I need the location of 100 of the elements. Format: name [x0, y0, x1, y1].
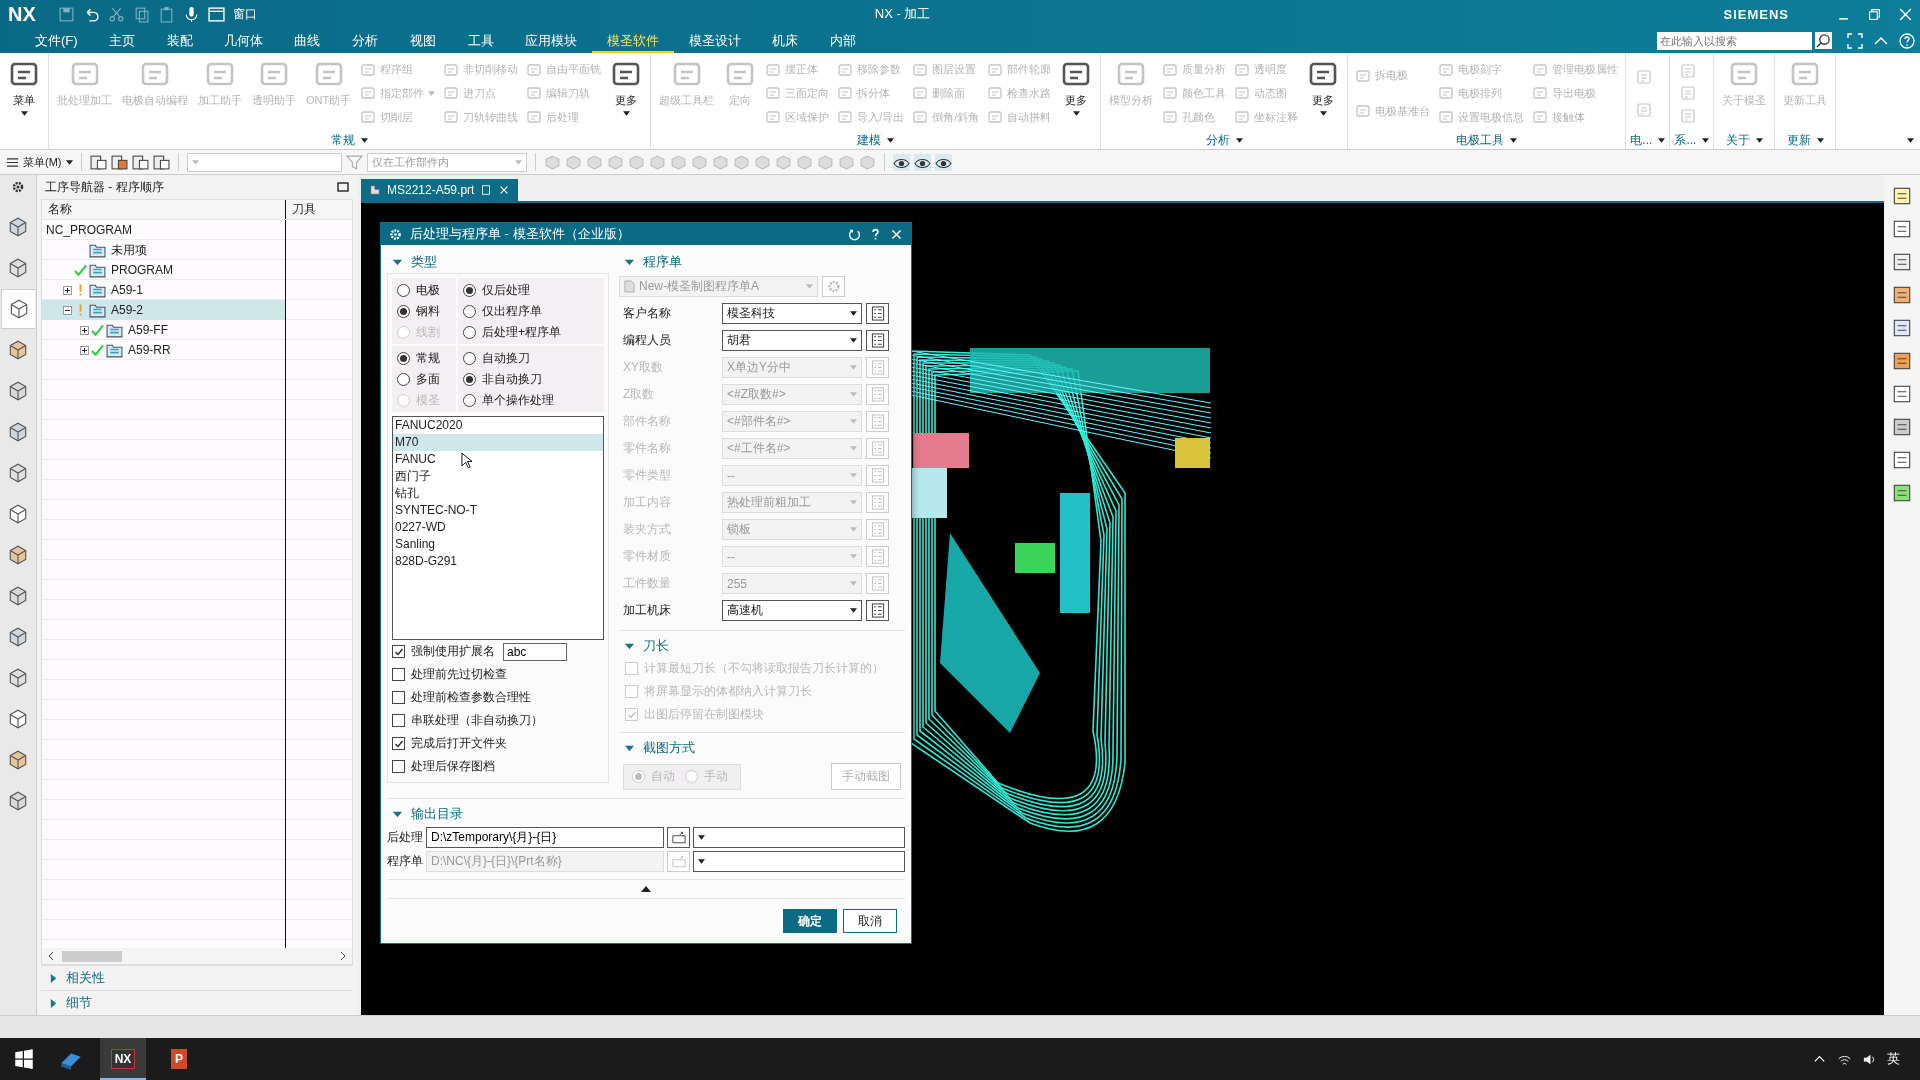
restore-icon[interactable] [1868, 7, 1881, 21]
radio-button[interactable] [463, 325, 476, 339]
list-item[interactable]: FANUC [393, 451, 603, 468]
list-item[interactable]: FANUC2020 [393, 417, 603, 434]
windows-logo-icon[interactable] [14, 1049, 34, 1069]
filter-dropdown[interactable]: 仅在工作部件内 [366, 152, 527, 172]
tool-icon[interactable] [1891, 383, 1913, 405]
menu-tab[interactable]: 几何体 [208, 28, 278, 53]
list-button[interactable] [866, 600, 889, 621]
list-item[interactable]: 钻孔 [393, 485, 603, 502]
checkbox[interactable] [392, 760, 405, 773]
list-button[interactable] [866, 330, 889, 351]
help-icon[interactable] [869, 227, 882, 241]
search-field[interactable]: 在此输入以搜索 [1657, 31, 1812, 50]
section-title[interactable]: 相关性 [66, 969, 105, 987]
maximize-icon[interactable] [337, 181, 349, 193]
menu-tab[interactable]: 机床 [755, 28, 814, 53]
tree-row[interactable]: A59-RR [42, 340, 285, 360]
menu-tab[interactable]: 视图 [393, 28, 452, 53]
dropdown[interactable]: 高速机 [722, 600, 862, 621]
tool-icon[interactable] [1891, 185, 1913, 207]
menu-tab[interactable]: 模圣设计 [673, 28, 756, 53]
tool-icon[interactable] [1891, 482, 1913, 504]
menu-tab[interactable]: 曲线 [277, 28, 336, 53]
navigator-tab[interactable] [1, 289, 35, 329]
tree-row[interactable]: 未用项 [42, 240, 285, 260]
settings-icon[interactable] [10, 179, 26, 195]
list-item[interactable]: M70 [393, 434, 603, 451]
menu-tab[interactable]: 文件(F) [20, 28, 93, 53]
input-method-indicator[interactable]: 英 [1887, 1050, 1900, 1068]
checkbox[interactable] [392, 691, 405, 704]
expand-icon[interactable] [80, 325, 89, 335]
tree-row[interactable]: NC_PROGRAM [42, 220, 285, 240]
radio-button[interactable] [397, 351, 410, 365]
list-button[interactable] [866, 303, 889, 324]
menu-tab[interactable]: 应用模块 [509, 28, 592, 53]
radio-button[interactable] [463, 304, 476, 318]
tool-icon[interactable] [1891, 251, 1913, 273]
tree-row[interactable]: A59-2 [42, 300, 285, 320]
checkbox[interactable] [392, 737, 405, 750]
tool-icon[interactable] [89, 153, 107, 171]
tool-icon[interactable] [131, 153, 149, 171]
collapse-arrow-icon[interactable] [641, 886, 651, 892]
radio-button[interactable] [397, 283, 410, 297]
list-item[interactable]: 828D-G291 [393, 553, 603, 570]
tree-row[interactable]: A59-FF [42, 320, 285, 340]
radio-button[interactable] [397, 372, 410, 386]
scrollbar[interactable] [42, 948, 352, 964]
close-icon[interactable] [1899, 7, 1912, 21]
scroll-thumb[interactable] [62, 950, 122, 962]
list-item[interactable]: 0227-WD [393, 519, 603, 536]
list-item[interactable]: 西门子 [393, 468, 603, 485]
search-icon[interactable] [1815, 32, 1832, 49]
tool-icon[interactable] [1891, 416, 1913, 438]
menu-tab[interactable]: 分析 [335, 28, 394, 53]
menu-tab[interactable]: 装配 [150, 28, 209, 53]
ribbon-button[interactable]: 更多 [606, 56, 647, 131]
file-tab[interactable]: MS2212-A59.prt [361, 179, 519, 201]
list-item[interactable]: Sanling [393, 536, 603, 553]
menu-tab[interactable]: 工具 [451, 28, 510, 53]
help-icon[interactable] [1899, 32, 1915, 49]
checkbox[interactable] [392, 645, 405, 658]
folder-button[interactable] [667, 826, 690, 848]
radio-button[interactable] [463, 372, 476, 386]
tool-icon[interactable] [1891, 350, 1913, 372]
ribbon-button[interactable]: 菜单 [4, 56, 44, 149]
tool-icon[interactable] [110, 153, 128, 171]
ribbon-button[interactable]: 更多 [1303, 56, 1344, 131]
dropdown[interactable]: 胡君 [722, 330, 862, 351]
radio-button[interactable] [463, 351, 476, 365]
eye-icon[interactable] [934, 153, 952, 171]
taskbar-app[interactable]: P [156, 1038, 202, 1080]
checkbox[interactable] [392, 714, 405, 727]
list-item[interactable]: SYNTEC-NO-T [393, 502, 603, 519]
menu-button[interactable]: 菜单(M) [6, 154, 73, 170]
tool-icon[interactable] [152, 153, 170, 171]
menu-tab[interactable]: 主页 [92, 28, 151, 53]
taskbar-app[interactable]: NX [100, 1038, 146, 1080]
column-header[interactable]: 刀具 [286, 201, 316, 218]
window-menu[interactable]: 窗口 [232, 5, 257, 23]
path-field[interactable]: D:\zTemporary\{月}-{日} [426, 826, 664, 848]
expand-icon[interactable] [63, 285, 72, 295]
radio-button[interactable] [463, 393, 476, 407]
section-title[interactable]: 细节 [66, 994, 92, 1012]
scroll-right-icon[interactable] [340, 951, 346, 961]
dialog-button[interactable]: 取消 [843, 909, 897, 933]
collapse-icon[interactable] [63, 305, 72, 315]
extension-field[interactable]: abc [503, 642, 567, 661]
expand-icon[interactable] [80, 345, 89, 355]
menu-tab[interactable]: 内部 [813, 28, 872, 53]
close-icon[interactable] [890, 227, 903, 241]
tool-icon[interactable] [1891, 284, 1913, 306]
eye-icon[interactable] [913, 153, 931, 171]
tree-row[interactable]: A59-1 [42, 280, 285, 300]
radio-button[interactable] [463, 283, 476, 297]
radio-button[interactable] [397, 304, 410, 318]
dropdown[interactable]: 模圣科技 [722, 303, 862, 324]
window-icon[interactable] [207, 5, 225, 23]
dropdown[interactable] [693, 826, 905, 848]
save-icon[interactable] [57, 5, 75, 23]
